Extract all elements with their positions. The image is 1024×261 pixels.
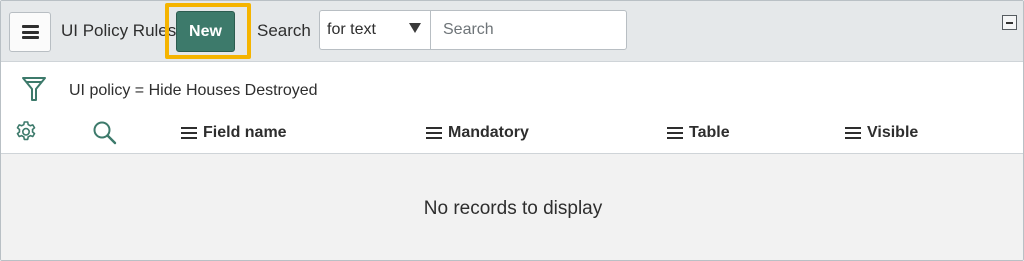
hamburger-icon — [21, 25, 39, 39]
column-header-label: Visible — [867, 124, 919, 141]
column-header-visible[interactable]: Visible — [845, 124, 918, 142]
search-field-select[interactable]: for text — [319, 10, 431, 50]
collapse-icon[interactable] — [1002, 15, 1017, 30]
gear-icon[interactable] — [14, 120, 38, 144]
column-header-label: Table — [689, 124, 730, 141]
column-menu-icon — [181, 127, 197, 139]
list-title: UI Policy Rules — [61, 21, 177, 40]
column-menu-icon — [667, 127, 683, 139]
list-context-menu-button[interactable] — [9, 12, 51, 52]
filter-breadcrumb[interactable]: UI policy = Hide Houses Destroyed — [69, 82, 318, 100]
list-header: UI Policy Rules New Search for text — [1, 1, 1023, 62]
column-menu-icon — [426, 127, 442, 139]
dropdown-arrow-icon — [409, 23, 421, 33]
column-header-field-name[interactable]: Field name — [181, 124, 287, 142]
list-frame: UI Policy Rules New Search for text UI p… — [0, 0, 1024, 261]
empty-list-message: No records to display — [423, 198, 603, 219]
column-header-label: Mandatory — [448, 124, 529, 141]
search-field-select-value: for text — [327, 21, 376, 38]
column-header-mandatory[interactable]: Mandatory — [426, 124, 529, 142]
new-button[interactable]: New — [176, 11, 235, 52]
filter-icon[interactable] — [21, 75, 47, 103]
magnifier-icon[interactable] — [92, 120, 117, 145]
column-menu-icon — [845, 127, 861, 139]
column-header-table[interactable]: Table — [667, 124, 730, 142]
column-header-label: Field name — [203, 124, 287, 141]
search-label: Search — [257, 21, 311, 40]
search-input[interactable] — [430, 10, 627, 50]
